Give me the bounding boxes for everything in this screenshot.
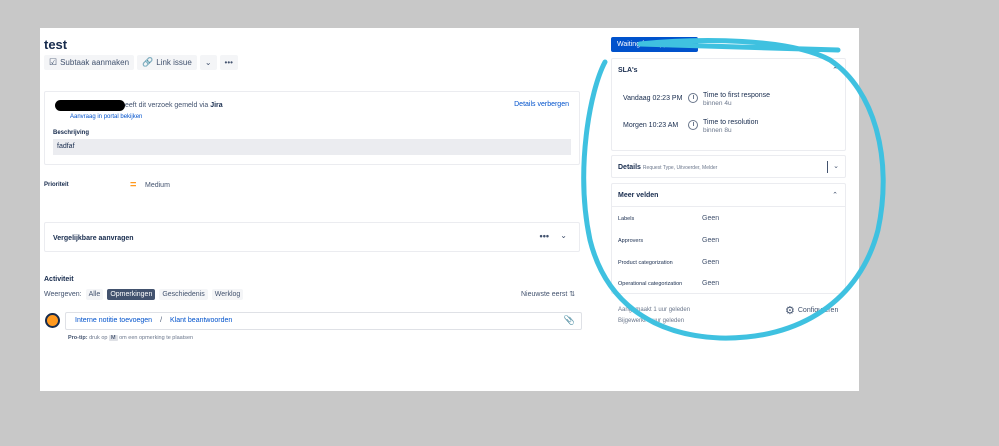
- timestamps: Aangemaakt 1 uur geleden Bijgewerkt 1 uu…: [618, 305, 690, 327]
- updated-at: Bijgewerkt 1 uur geleden: [618, 318, 685, 324]
- protip-label: Pro-tip:: [68, 335, 88, 341]
- attachment-icon[interactable]: 📎: [564, 315, 575, 326]
- filter-comments[interactable]: Opmerkingen: [107, 289, 156, 300]
- activity-filters: Weergeven: Alle Opmerkingen Geschiedenis…: [44, 289, 244, 300]
- similar-requests-panel[interactable]: Vergelijkbare aanvragen ••• ⌄: [44, 222, 580, 252]
- configure-label: Configureren: [797, 307, 839, 314]
- details-label: Details: [618, 164, 641, 171]
- field-row: Approvers Geen: [618, 237, 838, 244]
- description-label: Beschrijving: [53, 130, 90, 136]
- reply-customer-link[interactable]: Klant beantwoorden: [170, 317, 232, 329]
- add-internal-note-link[interactable]: Interne notitie toevoegen: [75, 317, 152, 329]
- reporter-panel: eeft dit verzoek gemeld via Jira Aanvraa…: [44, 91, 580, 165]
- field-row: Labels Geen: [618, 215, 838, 222]
- comment-separator: /: [160, 317, 163, 324]
- details-panel[interactable]: Details Request Type, Uitvoerder, Melder…: [611, 155, 846, 178]
- chevron-up-icon[interactable]: ⌃: [832, 66, 838, 74]
- sla-info: Time to resolution binnen 8u: [703, 119, 758, 134]
- subtask-icon: ☑: [49, 57, 58, 67]
- show-label: Weergeven:: [44, 291, 82, 298]
- sla-name: Time to resolution: [703, 119, 759, 126]
- field-label: Product categorization: [618, 260, 673, 266]
- sla-name: Time to first response: [703, 92, 771, 99]
- field-row: Operational categorization Geen: [618, 280, 838, 287]
- hide-details-link[interactable]: Details verbergen: [514, 101, 569, 108]
- sla-target: binnen 4u: [703, 100, 732, 107]
- redacted-reporter-name: [55, 100, 125, 111]
- description-field[interactable]: fadfaf: [53, 139, 571, 155]
- chevron-down-icon: ⌄: [681, 41, 688, 49]
- protip-post: om een opmerking te plaatsen: [119, 335, 194, 341]
- activity-title: Activiteit: [44, 276, 74, 283]
- issue-toolbar: ☑ Subtaak aanmaken 🔗 Link issue ⌄ •••: [44, 55, 238, 70]
- status-button[interactable]: Waiting for support ⌄: [611, 37, 698, 52]
- sort-newest-first[interactable]: Nieuwste eerst ⇅: [521, 290, 575, 298]
- more-fields-title: Meer velden: [618, 192, 659, 199]
- priority-label: Prioriteit: [44, 182, 69, 188]
- create-subtask-button[interactable]: ☑ Subtaak aanmaken: [44, 55, 135, 70]
- clock-icon: [688, 120, 698, 130]
- reporter-source: Jira: [210, 102, 223, 109]
- link-issue-dropdown-button[interactable]: ⌄: [199, 55, 217, 70]
- filter-history[interactable]: Geschiedenis: [159, 289, 208, 300]
- status-label: Waiting for support: [617, 41, 676, 48]
- issue-page: test ☑ Subtaak aanmaken 🔗 Link issue ⌄ •…: [40, 28, 859, 391]
- field-row: Product categorization Geen: [618, 259, 838, 266]
- sla-panel: SLA's ⌃ Vandaag 02:23 PM Time to first r…: [611, 58, 846, 151]
- reporter-text-tail: eeft dit verzoek gemeld via: [125, 102, 209, 109]
- field-label: Labels: [618, 216, 635, 222]
- protip-pre: druk op: [89, 335, 108, 341]
- chevron-down-icon[interactable]: ⌄: [833, 162, 839, 170]
- protip-key: M: [108, 335, 118, 341]
- similar-requests-label: Vergelijkbare aanvragen: [53, 235, 134, 242]
- clock-icon: [688, 93, 698, 103]
- details-title: Details Request Type, Uitvoerder, Melder: [618, 164, 717, 171]
- created-at: Aangemaakt 1 uur geleden: [618, 307, 691, 313]
- sla-when: Morgen 10:23 AM: [623, 122, 679, 129]
- details-divider: [827, 161, 828, 173]
- view-in-portal-link[interactable]: Aanvraag in portal bekijken: [70, 114, 142, 120]
- chevron-down-icon[interactable]: ⌄: [560, 231, 567, 240]
- more-icon: •••: [224, 58, 233, 67]
- chevron-down-icon: ⌄: [204, 58, 212, 67]
- priority-value[interactable]: Medium: [145, 182, 170, 189]
- field-label: Approvers: [618, 238, 644, 244]
- chevron-up-icon[interactable]: ⌃: [832, 191, 838, 199]
- reporter-text: eeft dit verzoek gemeld via Jira: [125, 102, 223, 109]
- sla-row: Morgen 10:23 AM Time to resolution binne…: [623, 119, 758, 134]
- link-icon: 🔗: [142, 57, 154, 67]
- field-value[interactable]: Geen: [702, 259, 719, 266]
- comment-box[interactable]: Interne notitie toevoegen / Klant beantw…: [65, 312, 582, 330]
- details-subtitle: Request Type, Uitvoerder, Melder: [642, 165, 718, 171]
- configure-button[interactable]: ⚙ Configureren: [785, 304, 838, 317]
- similar-more-icon[interactable]: •••: [540, 231, 549, 241]
- protip: Pro-tip: druk op M om een opmerking te p…: [68, 335, 193, 341]
- filter-all[interactable]: Alle: [85, 289, 104, 300]
- link-issue-label: Link issue: [156, 58, 192, 67]
- issue-title: test: [44, 37, 68, 52]
- gear-icon: ⚙: [785, 305, 795, 317]
- sla-row: Vandaag 02:23 PM Time to first response …: [623, 92, 770, 107]
- more-actions-button[interactable]: •••: [219, 55, 238, 70]
- sla-title: SLA's: [618, 67, 638, 74]
- field-label: Operational categorization: [618, 281, 683, 287]
- priority-medium-icon: =: [130, 179, 137, 191]
- more-fields-divider: [612, 206, 845, 207]
- field-value[interactable]: Geen: [702, 280, 719, 287]
- sla-when: Vandaag 02:23 PM: [623, 95, 683, 102]
- filter-worklog[interactable]: Werklog: [211, 289, 244, 300]
- create-subtask-label: Subtaak aanmaken: [60, 58, 130, 67]
- field-value[interactable]: Geen: [702, 215, 719, 222]
- sla-info: Time to first response binnen 4u: [703, 92, 770, 107]
- avatar: [45, 313, 60, 328]
- more-fields-panel: Meer velden ⌃ Labels Geen Approvers Geen…: [611, 183, 846, 294]
- link-issue-button[interactable]: 🔗 Link issue: [137, 55, 197, 70]
- field-value[interactable]: Geen: [702, 237, 719, 244]
- sla-target: binnen 8u: [703, 127, 732, 134]
